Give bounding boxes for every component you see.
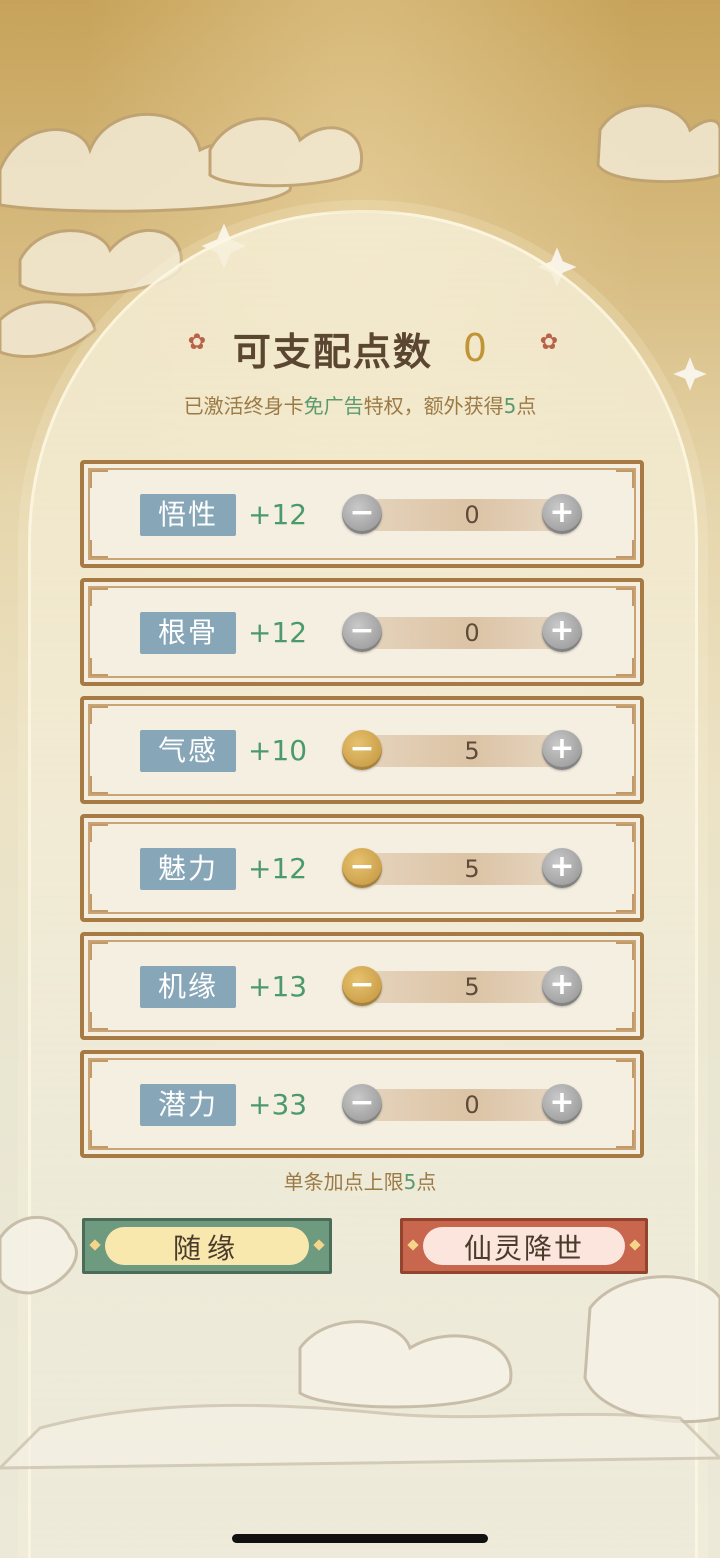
frame-corner [616, 942, 634, 960]
frame-corner [616, 776, 634, 794]
plus-button[interactable]: + [542, 730, 582, 770]
stat-label: 悟性 [140, 494, 236, 536]
minus-button[interactable]: − [342, 848, 382, 888]
frame-corner [90, 470, 108, 488]
points-header: 可支配点数 0 [0, 318, 720, 378]
frame-corner [616, 470, 634, 488]
diamond-icon [313, 1239, 325, 1251]
plus-button[interactable]: + [542, 966, 582, 1006]
stat-row-wuxing: 悟性 +12 0 − + [80, 460, 644, 568]
available-points: 0 [462, 326, 488, 370]
minus-button[interactable]: − [342, 494, 382, 534]
frame-corner [616, 824, 634, 842]
stat-base-value: +12 [248, 616, 308, 649]
stat-base-value: +13 [248, 970, 308, 1003]
frame-corner [90, 824, 108, 842]
minus-button[interactable]: − [342, 966, 382, 1006]
stat-row-qigan: 气感 +10 5 − + [80, 696, 644, 804]
privilege-note: 已激活终身卡免广告特权，额外获得5点 [183, 394, 537, 418]
frame-corner [616, 588, 634, 606]
frame-corner [90, 588, 108, 606]
home-indicator[interactable] [232, 1534, 488, 1543]
diamond-icon [629, 1239, 641, 1251]
stat-label: 魅力 [140, 848, 236, 890]
frame-corner [616, 1060, 634, 1078]
page-title: 可支配点数 [232, 329, 433, 374]
frame-corner [616, 540, 634, 558]
diamond-icon [407, 1239, 419, 1251]
plus-button[interactable]: + [542, 494, 582, 534]
frame-corner [616, 706, 634, 724]
minus-button[interactable]: − [342, 612, 382, 652]
stat-row-meili: 魅力 +12 5 − + [80, 814, 644, 922]
immortal-descend-button[interactable]: 仙灵降世 [400, 1218, 648, 1274]
frame-corner [90, 894, 108, 912]
frame-corner [90, 1060, 108, 1078]
random-button[interactable]: 随缘 [82, 1218, 332, 1274]
frame-corner [90, 942, 108, 960]
stat-label: 气感 [140, 730, 236, 772]
stat-row-qianli: 潜力 +33 0 − + [80, 1050, 644, 1158]
stat-label: 机缘 [140, 966, 236, 1008]
frame-corner [90, 540, 108, 558]
frame-corner [616, 658, 634, 676]
stat-base-value: +12 [248, 852, 308, 885]
immortal-descend-button-label: 仙灵降世 [423, 1227, 625, 1265]
frame-corner [90, 1130, 108, 1148]
stat-row-jiyuan: 机缘 +13 5 − + [80, 932, 644, 1040]
plus-button[interactable]: + [542, 848, 582, 888]
plus-button[interactable]: + [542, 612, 582, 652]
frame-corner [90, 1012, 108, 1030]
stat-row-gengu: 根骨 +12 0 − + [80, 578, 644, 686]
frame-corner [90, 776, 108, 794]
stat-base-value: +33 [248, 1088, 308, 1121]
minus-button[interactable]: − [342, 730, 382, 770]
frame-corner [616, 894, 634, 912]
frame-corner [90, 706, 108, 724]
stat-base-value: +12 [248, 498, 308, 531]
minus-button[interactable]: − [342, 1084, 382, 1124]
plus-button[interactable]: + [542, 1084, 582, 1124]
frame-corner [90, 658, 108, 676]
stat-label: 根骨 [140, 612, 236, 654]
stat-base-value: +10 [248, 734, 308, 767]
random-button-label: 随缘 [105, 1227, 309, 1265]
limit-note: 单条加点上限5点 [283, 1170, 437, 1194]
frame-corner [616, 1012, 634, 1030]
frame-corner [616, 1130, 634, 1148]
stat-label: 潜力 [140, 1084, 236, 1126]
diamond-icon [89, 1239, 101, 1251]
